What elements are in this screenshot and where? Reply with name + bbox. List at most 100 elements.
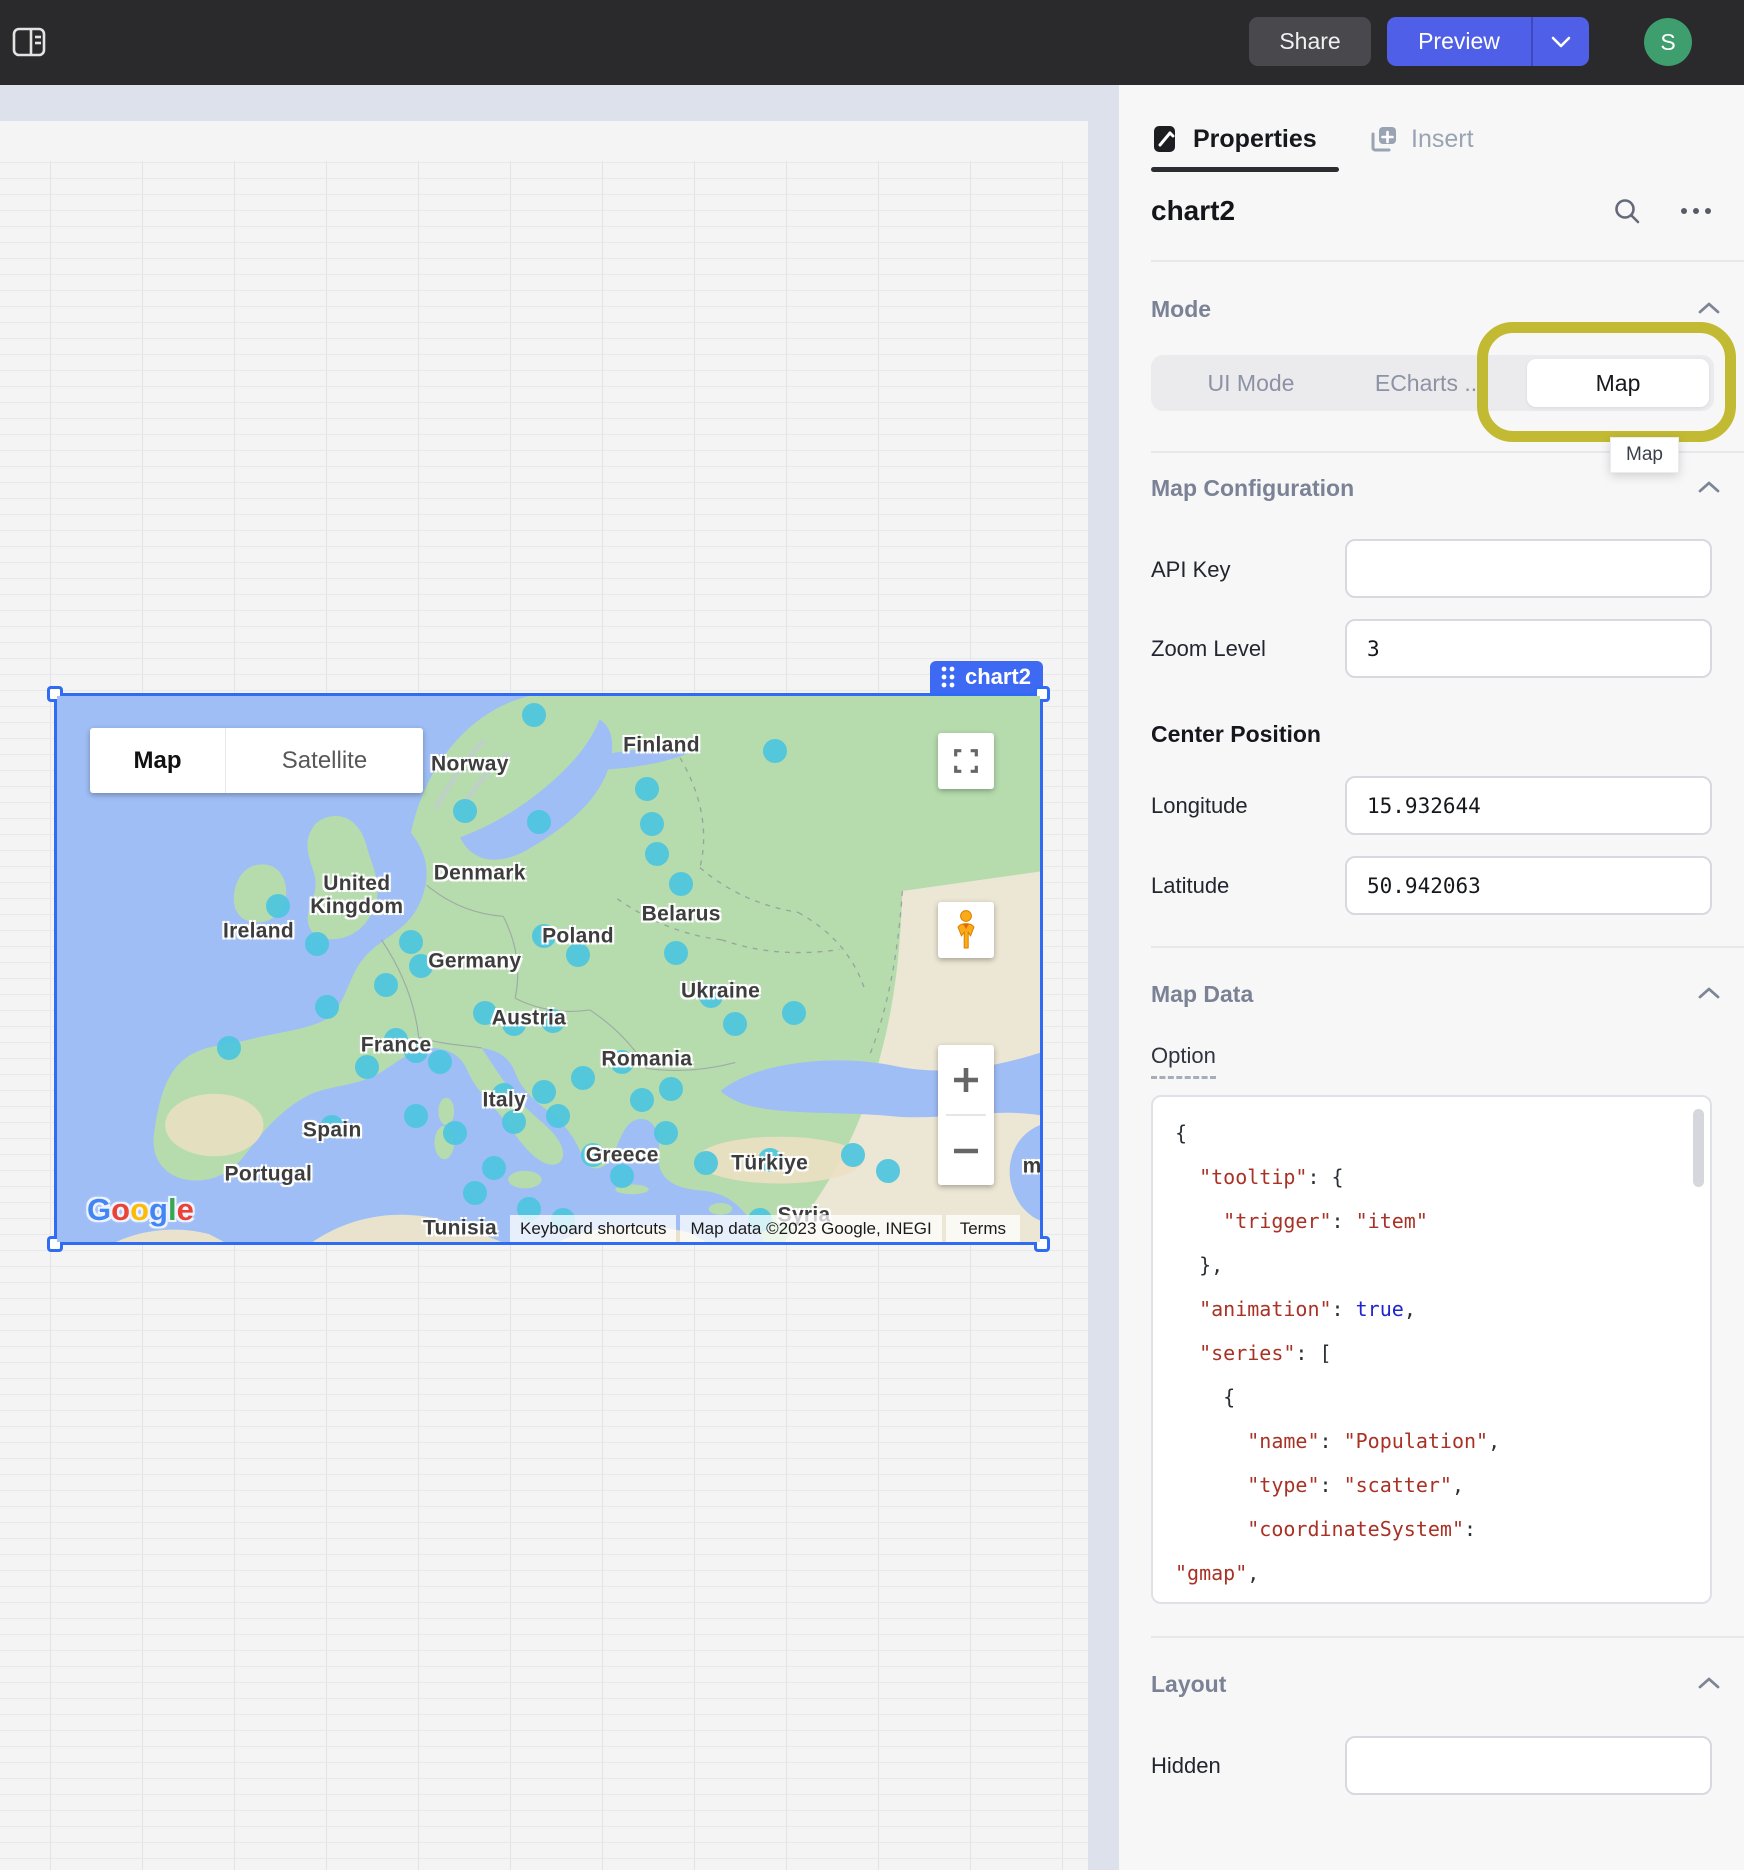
keyboard-shortcuts-link[interactable]: Keyboard shortcuts [510,1215,676,1242]
scatter-point [522,703,546,727]
zoom-out-icon [951,1136,981,1166]
latitude-label: Latitude [1151,873,1229,899]
code-line: { [1175,1375,1710,1419]
map-tooltip: Map [1610,437,1679,473]
longitude-input[interactable]: 15.932644 [1345,776,1712,835]
scatter-point [428,1050,452,1074]
google-map-canvas[interactable]: FinlandNorwayDenmarkUnited KingdomIrelan… [57,696,1040,1242]
tab-insert[interactable]: Insert [1369,113,1474,165]
mode-option-map-selected[interactable]: Map [1527,359,1709,407]
scatter-point [876,1159,900,1183]
panel-toggle-icon[interactable] [10,22,50,62]
search-button[interactable] [1605,189,1649,233]
country-label: Finland [623,734,700,757]
zoom-out-button[interactable] [938,1116,994,1185]
hidden-input[interactable] [1345,1736,1712,1795]
scatter-point [355,1055,379,1079]
scatter-point [546,1104,570,1128]
code-line: "coordinateSystem": [1175,1507,1710,1551]
layout-collapse-button[interactable] [1697,1675,1721,1691]
country-label: Tunisia [423,1217,497,1240]
preview-dropdown-button[interactable] [1531,17,1589,66]
fullscreen-button[interactable] [938,733,994,789]
map-type-satellite-button[interactable]: Satellite [225,728,423,793]
latitude-input[interactable]: 50.942063 [1345,856,1712,915]
scatter-point [782,1001,806,1025]
code-line: "trigger": "item" [1175,1199,1710,1243]
map-attribution: Keyboard shortcuts Map data ©2023 Google… [510,1215,1020,1242]
google-logo[interactable]: Google [87,1192,194,1228]
mode-option-ui-mode[interactable]: UI Mode [1151,355,1351,411]
zoom-control [938,1045,994,1185]
chevron-up-icon [1697,300,1721,316]
widget-name-title: chart2 [1151,195,1235,227]
hidden-label: Hidden [1151,1753,1221,1779]
chevron-up-icon [1697,985,1721,1001]
map-data-attribution: Map data ©2023 Google, INEGI [680,1215,941,1242]
map-type-control: Map Satellite [90,728,423,793]
scatter-point [640,812,664,836]
map-data-collapse-button[interactable] [1697,985,1721,1001]
zoom-in-button[interactable] [938,1045,994,1114]
mode-collapse-button[interactable] [1697,300,1721,316]
scatter-point [763,739,787,763]
divider [1151,1636,1744,1638]
country-label: m [1023,1154,1040,1177]
scatter-point [635,777,659,801]
preview-button-group: Preview [1387,17,1589,66]
fullscreen-icon [951,746,981,776]
country-label: Greece [586,1143,659,1166]
country-label: Ukraine [681,979,760,1002]
country-label: Ireland [223,919,294,942]
map-type-map-button[interactable]: Map [90,728,225,793]
preview-button[interactable]: Preview [1387,17,1531,66]
country-label: Spain [303,1119,362,1142]
code-editor[interactable]: { "tooltip": { "trigger": "item" }, "ani… [1151,1095,1712,1604]
code-line: "gmap", [1175,1551,1710,1595]
scatter-point [305,932,329,956]
api-key-input[interactable] [1345,539,1712,598]
widget-tag[interactable]: chart2 [930,661,1043,693]
scatter-point [453,799,477,823]
mode-option-echarts[interactable]: ECharts .. [1351,355,1501,411]
scatter-point [664,941,688,965]
scatter-point [463,1181,487,1205]
chevron-down-icon [1551,36,1571,48]
country-label: France [361,1034,432,1057]
zoom-level-input[interactable]: 3 [1345,619,1712,678]
layout-header: Layout [1151,1671,1226,1698]
terms-link[interactable]: Terms [946,1215,1020,1242]
code-line: }, [1175,1243,1710,1287]
scatter-point [404,1104,428,1128]
pegman-button[interactable] [938,902,994,958]
divider [1151,260,1744,262]
scatter-point [841,1143,865,1167]
share-button[interactable]: Share [1249,17,1371,66]
app-root: Share Preview S chart2 [0,0,1744,1870]
canvas-scrollbar-gutter[interactable] [1088,121,1119,1870]
code-content: { "tooltip": { "trigger": "item" }, "ani… [1153,1097,1710,1604]
tab-properties[interactable]: Properties [1151,113,1317,165]
code-scrollbar[interactable] [1693,1109,1704,1187]
longitude-label: Longitude [1151,793,1248,819]
scatter-point [527,810,551,834]
api-key-label: API Key [1151,557,1230,583]
more-options-button[interactable] [1669,189,1723,233]
drag-handle-icon [940,665,956,689]
canvas-top-strip [0,85,1119,121]
country-label: Poland [542,925,614,948]
scatter-point [315,995,339,1019]
country-label: Austria [492,1007,566,1030]
code-line: "itemStyle": { [1175,1595,1710,1604]
zoom-level-label: Zoom Level [1151,636,1266,662]
properties-icon [1151,124,1181,154]
avatar[interactable]: S [1644,18,1692,66]
mode-section-header: Mode [1151,296,1211,323]
scatter-point [502,1110,526,1134]
more-icon [1681,208,1687,214]
map-widget-chart2[interactable]: chart2 [54,693,1043,1245]
map-configuration-collapse-button[interactable] [1697,479,1721,495]
scatter-point [654,1121,678,1145]
divider [1151,946,1744,948]
code-line: "type": "scatter", [1175,1463,1710,1507]
